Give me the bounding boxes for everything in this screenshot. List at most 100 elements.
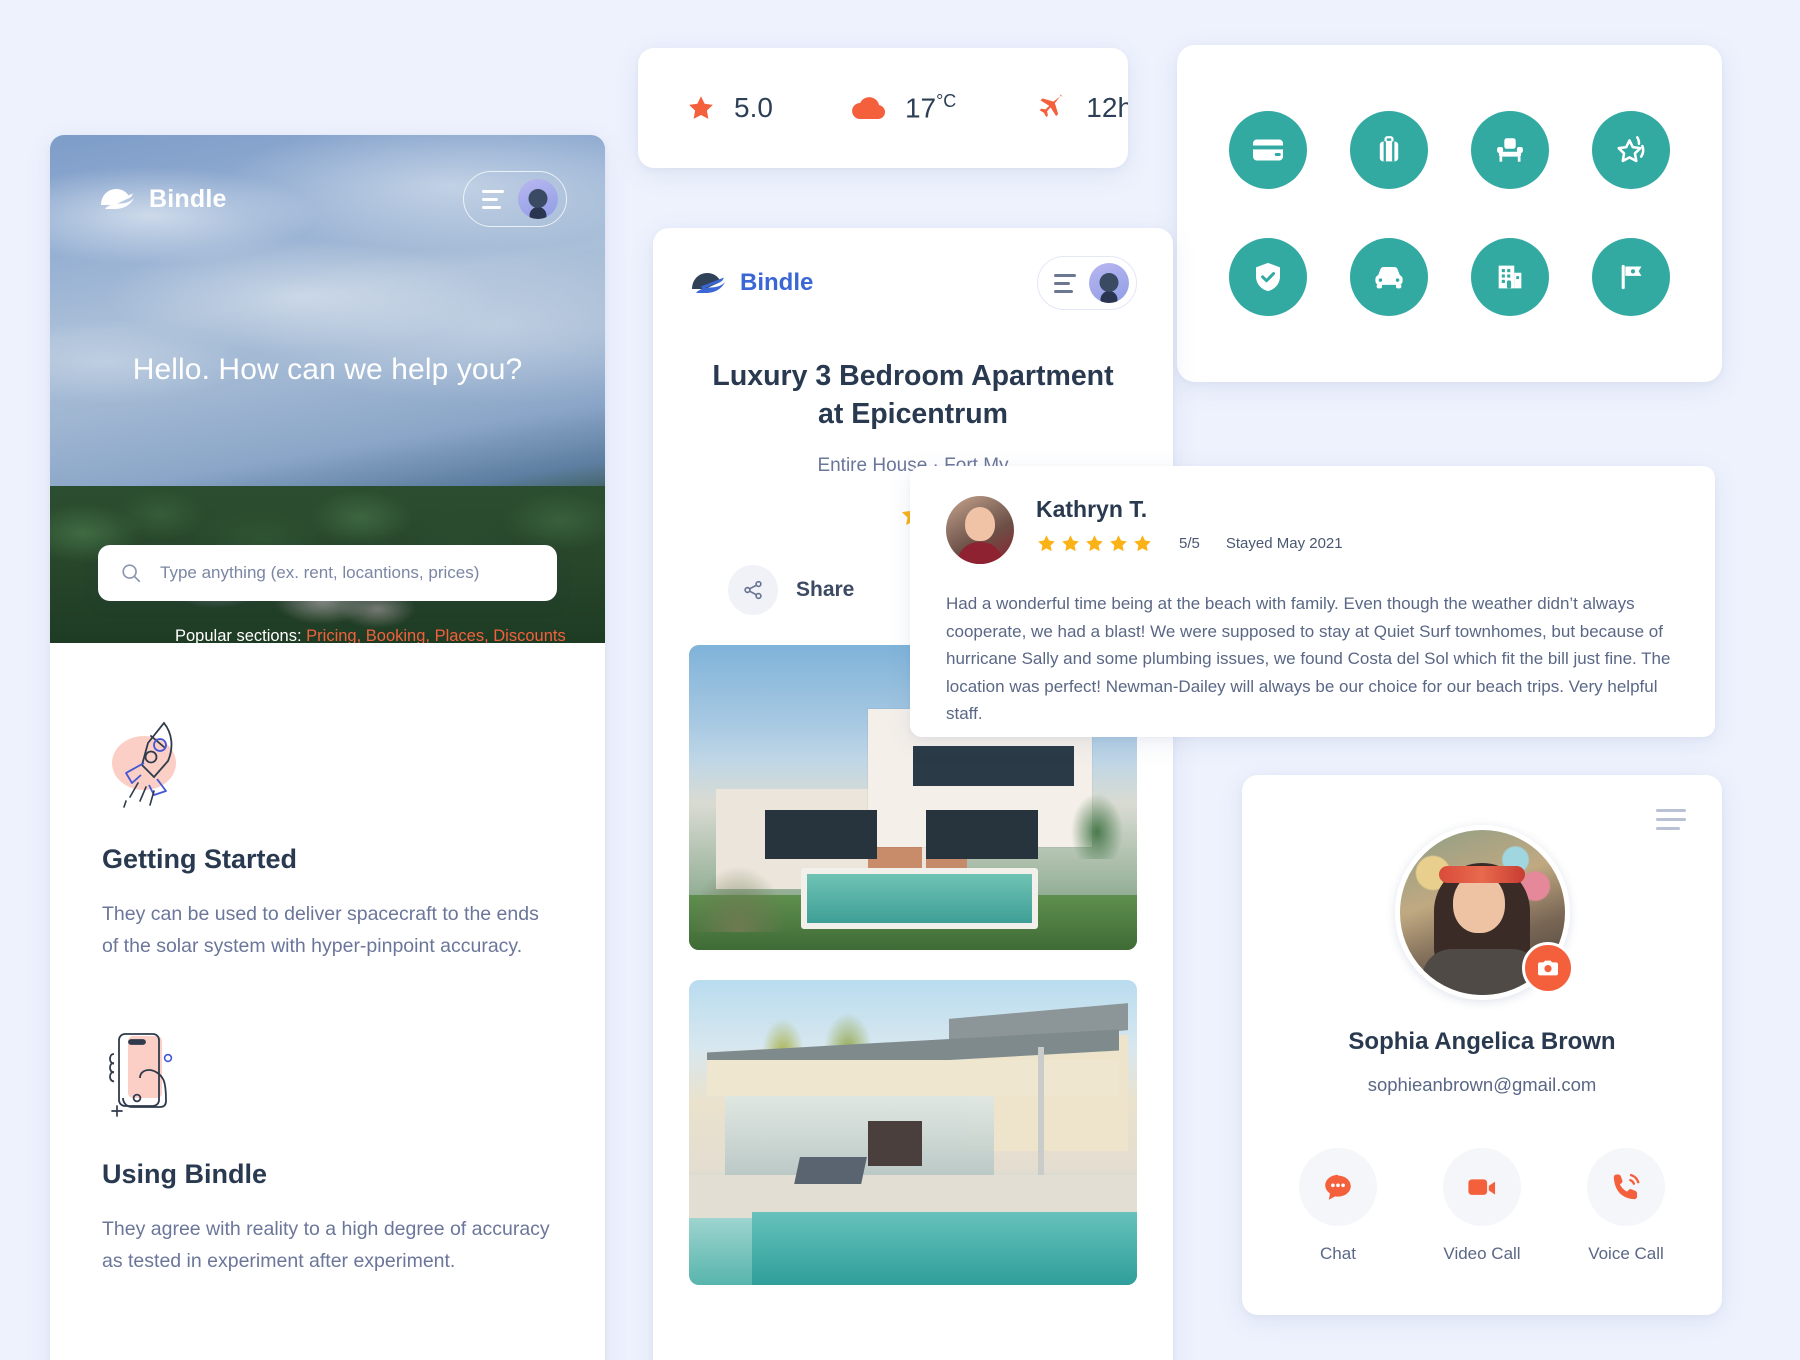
review-meta: 5/5 Stayed May 2021 xyxy=(1036,533,1343,554)
phone-call-icon xyxy=(1587,1148,1665,1226)
building-icon xyxy=(1498,265,1522,289)
service-icons-grid xyxy=(1177,45,1722,382)
feature-text: They agree with reality to a high degree… xyxy=(102,1218,550,1272)
reviewer-name: Kathryn T. xyxy=(1036,496,1148,522)
hand-phone-illustration xyxy=(102,1028,553,1133)
review-stars xyxy=(1036,533,1153,554)
search-icon xyxy=(122,564,141,583)
star-icon xyxy=(1086,535,1103,552)
nav-pill[interactable] xyxy=(1037,256,1137,310)
hero-banner: Bindle Hello. How can we help you? Type … xyxy=(50,135,605,643)
profile-avatar-wrapper xyxy=(1394,825,1574,1000)
brand-name: Bindle xyxy=(740,269,814,296)
car-icon xyxy=(1375,267,1403,289)
service-seating[interactable] xyxy=(1471,110,1550,189)
review-card: Kathryn T. 5/5 Stayed May 2021 Had a won… xyxy=(910,466,1715,737)
chat-bubble-icon xyxy=(1299,1148,1377,1226)
nav-pill[interactable] xyxy=(463,171,567,227)
action-label: Video Call xyxy=(1443,1244,1521,1263)
cloud-icon xyxy=(852,97,885,119)
search-input[interactable] xyxy=(160,563,535,583)
brand-logo[interactable]: Bindle xyxy=(98,184,227,214)
star-icon xyxy=(1110,535,1127,552)
reviewer-avatar xyxy=(946,496,1014,564)
feature-getting-started: Getting Started They can be used to deli… xyxy=(102,713,553,962)
bindle-logo-icon xyxy=(692,273,725,293)
stat-value: 17°C xyxy=(904,91,957,124)
service-destinations[interactable] xyxy=(1592,238,1671,317)
action-label: Chat xyxy=(1320,1244,1356,1263)
service-hotels[interactable] xyxy=(1471,238,1550,317)
rocket-illustration xyxy=(102,713,553,818)
service-featured[interactable] xyxy=(1592,110,1671,189)
popular-sections: Popular sections: Pricing, Booking, Plac… xyxy=(175,627,566,643)
service-protection[interactable] xyxy=(1228,238,1307,317)
property-title: Luxury 3 Bedroom Apartment at Epicentrum xyxy=(712,360,1114,430)
search-wrapper xyxy=(98,545,557,601)
action-chat[interactable]: Chat xyxy=(1299,1148,1377,1264)
popular-sections-links[interactable]: Pricing, Booking, Places, Discounts xyxy=(306,627,566,643)
brand-logo[interactable]: Bindle xyxy=(689,268,813,298)
review-body: Had a wonderful time being at the beach … xyxy=(946,594,1671,724)
feature-title: Getting Started xyxy=(102,844,298,874)
temp-unit: °C xyxy=(936,91,957,112)
shield-check-icon xyxy=(1255,263,1280,292)
review-score: 5/5 xyxy=(1179,535,1200,552)
share-label: Share xyxy=(796,578,855,602)
user-profile-card: Sophia Angelica Brown sophieanbrown@gmai… xyxy=(1242,775,1722,1315)
review-header: Kathryn T. 5/5 Stayed May 2021 xyxy=(946,496,1679,564)
feature-title: Using Bindle xyxy=(102,1159,268,1190)
feature-text: They can be used to deliver spacecraft t… xyxy=(102,903,539,957)
share-icon xyxy=(728,565,778,616)
stat-value: 12h xyxy=(1086,92,1128,123)
property-detail-card: Bindle Luxury 3 Bedroom Apartment at Epi… xyxy=(653,228,1173,1360)
trip-stats-card: 5.0 17°C 12h xyxy=(638,48,1128,168)
action-label: Voice Call xyxy=(1588,1244,1664,1263)
armchair-icon xyxy=(1497,138,1524,162)
video-camera-icon xyxy=(1443,1148,1521,1226)
star-icon xyxy=(689,96,713,119)
hamburger-menu-icon[interactable] xyxy=(1656,809,1686,836)
hamburger-menu-icon[interactable] xyxy=(482,189,504,209)
stat-rating: 5.0 xyxy=(686,92,773,124)
review-inner: Kathryn T. 5/5 Stayed May 2021 Had a won… xyxy=(910,466,1715,728)
search-box[interactable] xyxy=(98,545,557,601)
mobile-body: Getting Started They can be used to deli… xyxy=(50,643,605,1277)
action-voice-call[interactable]: Voice Call xyxy=(1587,1148,1665,1264)
brand-name: Bindle xyxy=(149,184,227,213)
reviewer-meta-block: Kathryn T. 5/5 Stayed May 2021 xyxy=(1036,496,1343,554)
bindle-logo-icon xyxy=(101,189,134,209)
stats-row: 5.0 17°C 12h xyxy=(638,48,1128,168)
service-car-rental[interactable] xyxy=(1349,238,1428,317)
hero-topbar: Bindle xyxy=(50,135,605,227)
star-icon xyxy=(1062,535,1079,552)
avatar[interactable] xyxy=(1089,263,1129,303)
camera-icon[interactable] xyxy=(1521,942,1574,994)
mobile-help-card: Bindle Hello. How can we help you? Type … xyxy=(50,135,605,1360)
stat-weather: 17°C xyxy=(851,91,956,124)
profile-name: Sophia Angelica Brown xyxy=(1348,1028,1616,1055)
credit-card-icon xyxy=(1252,139,1283,161)
star-icon xyxy=(1038,535,1055,552)
profile-actions: Chat Video Call Voice Call xyxy=(1242,1148,1722,1264)
suitcase-icon xyxy=(1379,135,1399,162)
stat-flight-time: 12h xyxy=(1034,92,1128,124)
feature-using-bindle: Using Bindle They agree with reality to … xyxy=(102,1028,553,1277)
service-luggage[interactable] xyxy=(1349,110,1428,189)
hero-heading: Hello. How can we help you? xyxy=(132,353,523,386)
avatar[interactable] xyxy=(518,179,558,219)
star-sparkle-icon xyxy=(1617,135,1645,162)
page-root: Bindle Hello. How can we help you? Type … xyxy=(0,0,1800,1360)
plane-icon xyxy=(1039,93,1064,118)
service-credit-card[interactable] xyxy=(1228,110,1307,189)
stat-value: 5.0 xyxy=(734,92,773,123)
review-stay-date: Stayed May 2021 xyxy=(1225,535,1343,552)
flag-icon xyxy=(1622,265,1642,290)
service-icons-card xyxy=(1177,45,1722,382)
property-photo-2[interactable] xyxy=(689,980,1137,1286)
hamburger-menu-icon[interactable] xyxy=(1054,273,1076,293)
action-video-call[interactable]: Video Call xyxy=(1443,1148,1521,1264)
profile-email: sophieanbrown@gmail.com xyxy=(1367,1074,1597,1095)
property-topbar: Bindle xyxy=(653,228,1173,310)
star-icon xyxy=(1134,535,1151,552)
